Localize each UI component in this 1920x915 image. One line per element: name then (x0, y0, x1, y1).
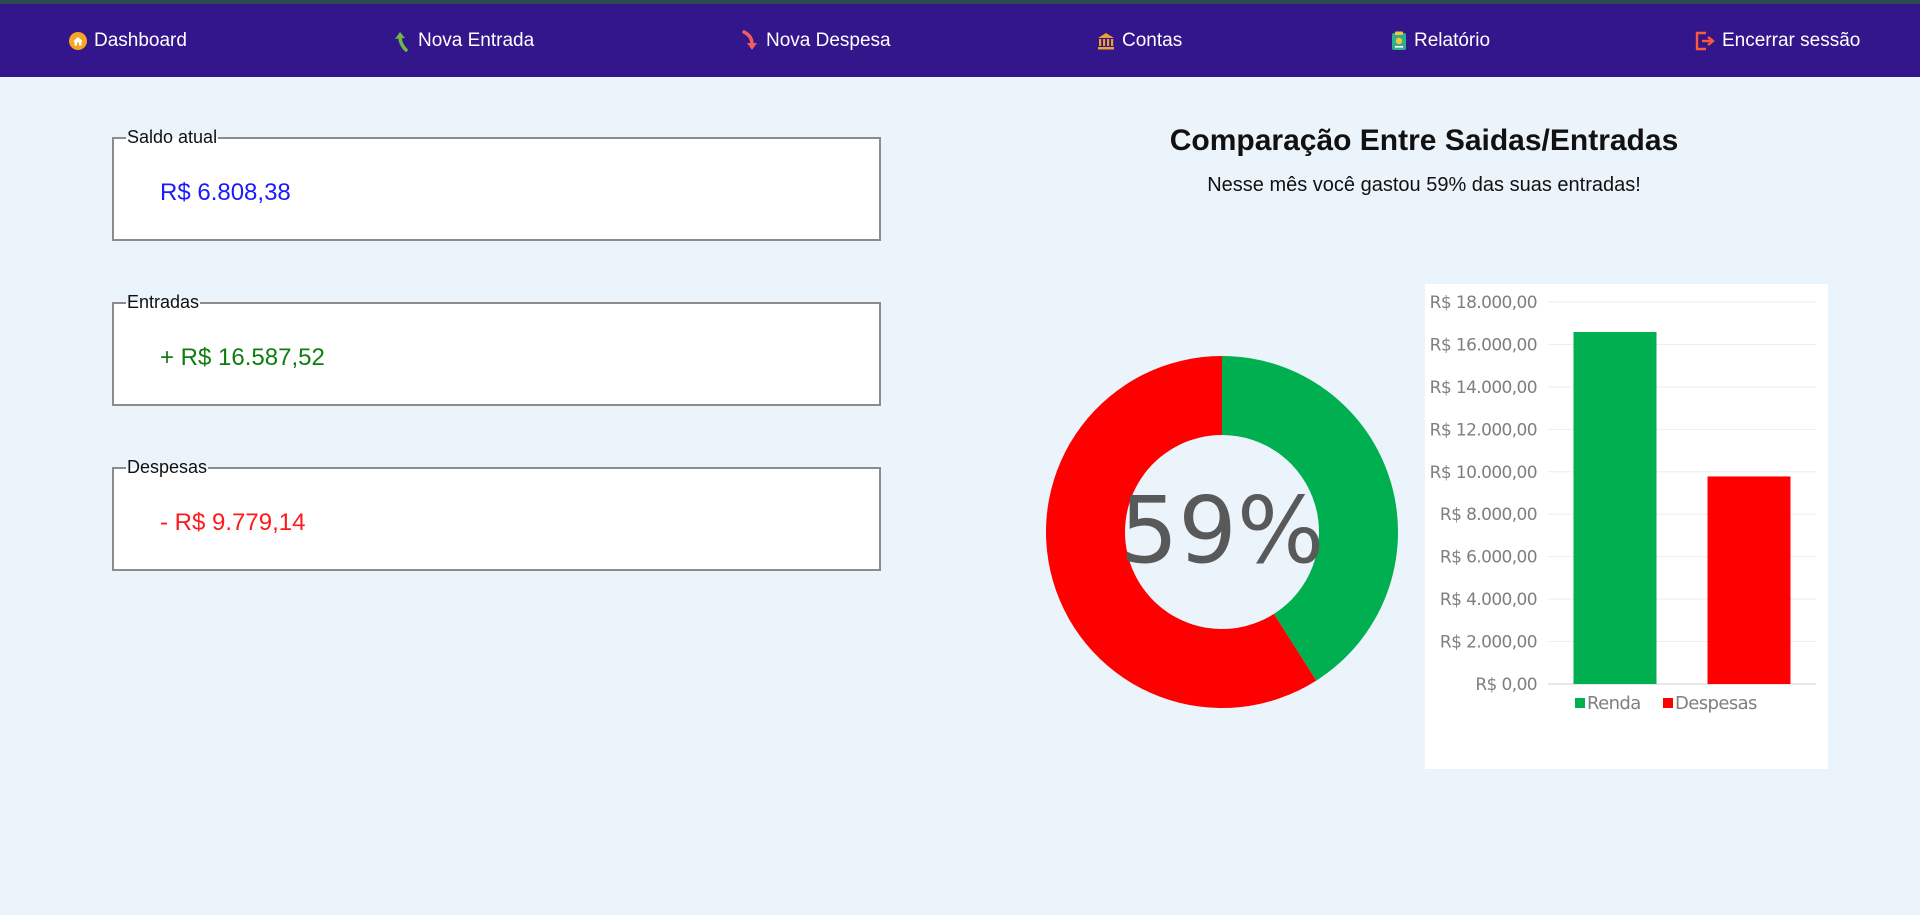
legend-swatch-renda (1575, 698, 1585, 708)
arrow-down-icon (742, 29, 757, 50)
logout-icon (1695, 31, 1715, 50)
nav-contas-label: Contas (1122, 29, 1183, 51)
nav-encerrar-sessao[interactable]: Encerrar sessão (1694, 4, 1860, 77)
arrow-up-icon (395, 31, 408, 52)
bar-renda (1573, 331, 1657, 684)
entradas-label: Entradas (126, 292, 201, 313)
bar-ytick-label: R$ 8.000,00 (1440, 505, 1537, 525)
bar-ytick-label: R$ 12.000,00 (1430, 420, 1537, 440)
bar-ytick-label: R$ 16.000,00 (1430, 335, 1537, 355)
nav-nova-entrada[interactable]: Nova Entrada (392, 4, 534, 77)
bar-chart-panel: R$ 0,00 R$ 2.000,00 R$ 4.000,00 R$ 6.000,00… (1425, 284, 1828, 769)
saldo-label: Saldo atual (126, 127, 219, 148)
donut-chart: 59% (1046, 356, 1398, 708)
entradas-card: Entradas + R$ 16.587,52 (112, 292, 881, 406)
report-icon (1392, 31, 1406, 50)
entradas-value: + R$ 16.587,52 (160, 344, 325, 371)
despesas-card: Despesas - R$ 9.779,14 (112, 457, 881, 571)
nav-relatorio[interactable]: Relatório (1390, 4, 1490, 77)
bar-despesas (1707, 476, 1791, 684)
nav-nova-entrada-label: Nova Entrada (418, 29, 535, 51)
bar-ytick-label: R$ 4.000,00 (1440, 590, 1537, 610)
bar-ytick-label: R$ 6.000,00 (1440, 548, 1537, 568)
nav-dashboard-label: Dashboard (94, 29, 187, 51)
legend-label-renda: Renda (1587, 693, 1641, 714)
bar-ytick-label: R$ 10.000,00 (1430, 463, 1537, 483)
legend-swatch-despesas (1663, 698, 1673, 708)
nav-nova-despesa-label: Nova Despesa (766, 29, 891, 51)
despesas-label: Despesas (126, 457, 209, 478)
bank-icon (1098, 32, 1114, 49)
bar-ytick-label: R$ 0,00 (1475, 675, 1537, 695)
navbar: Dashboard Nova Entrada Nova Despesa Cont… (0, 4, 1920, 77)
nav-relatorio-label: Relatório (1414, 29, 1491, 51)
nav-nova-despesa[interactable]: Nova Despesa (740, 4, 891, 77)
chart-subtitle: Nesse mês você gastou 59% das suas entra… (1207, 174, 1641, 196)
saldo-value: R$ 6.808,38 (160, 179, 291, 206)
nav-encerrar-sessao-label: Encerrar sessão (1722, 29, 1861, 51)
bar-ytick-label: R$ 18.000,00 (1430, 293, 1537, 313)
chart-title: Comparação Entre Saidas/Entradas (1169, 124, 1679, 157)
donut-center-label: 59% (1120, 477, 1324, 584)
home-icon (69, 31, 87, 50)
bar-chart: R$ 0,00 R$ 2.000,00 R$ 4.000,00 R$ 6.000,00… (1430, 293, 1816, 714)
nav-contas[interactable]: Contas (1096, 4, 1182, 77)
bar-ytick-label: R$ 14.000,00 (1430, 378, 1537, 398)
nav-dashboard[interactable]: Dashboard (68, 4, 187, 77)
despesas-value: - R$ 9.779,14 (160, 509, 306, 536)
saldo-card: Saldo atual R$ 6.808,38 (112, 127, 881, 241)
bar-ytick-label: R$ 2.000,00 (1440, 633, 1537, 653)
legend-label-despesas: Despesas (1675, 693, 1757, 714)
